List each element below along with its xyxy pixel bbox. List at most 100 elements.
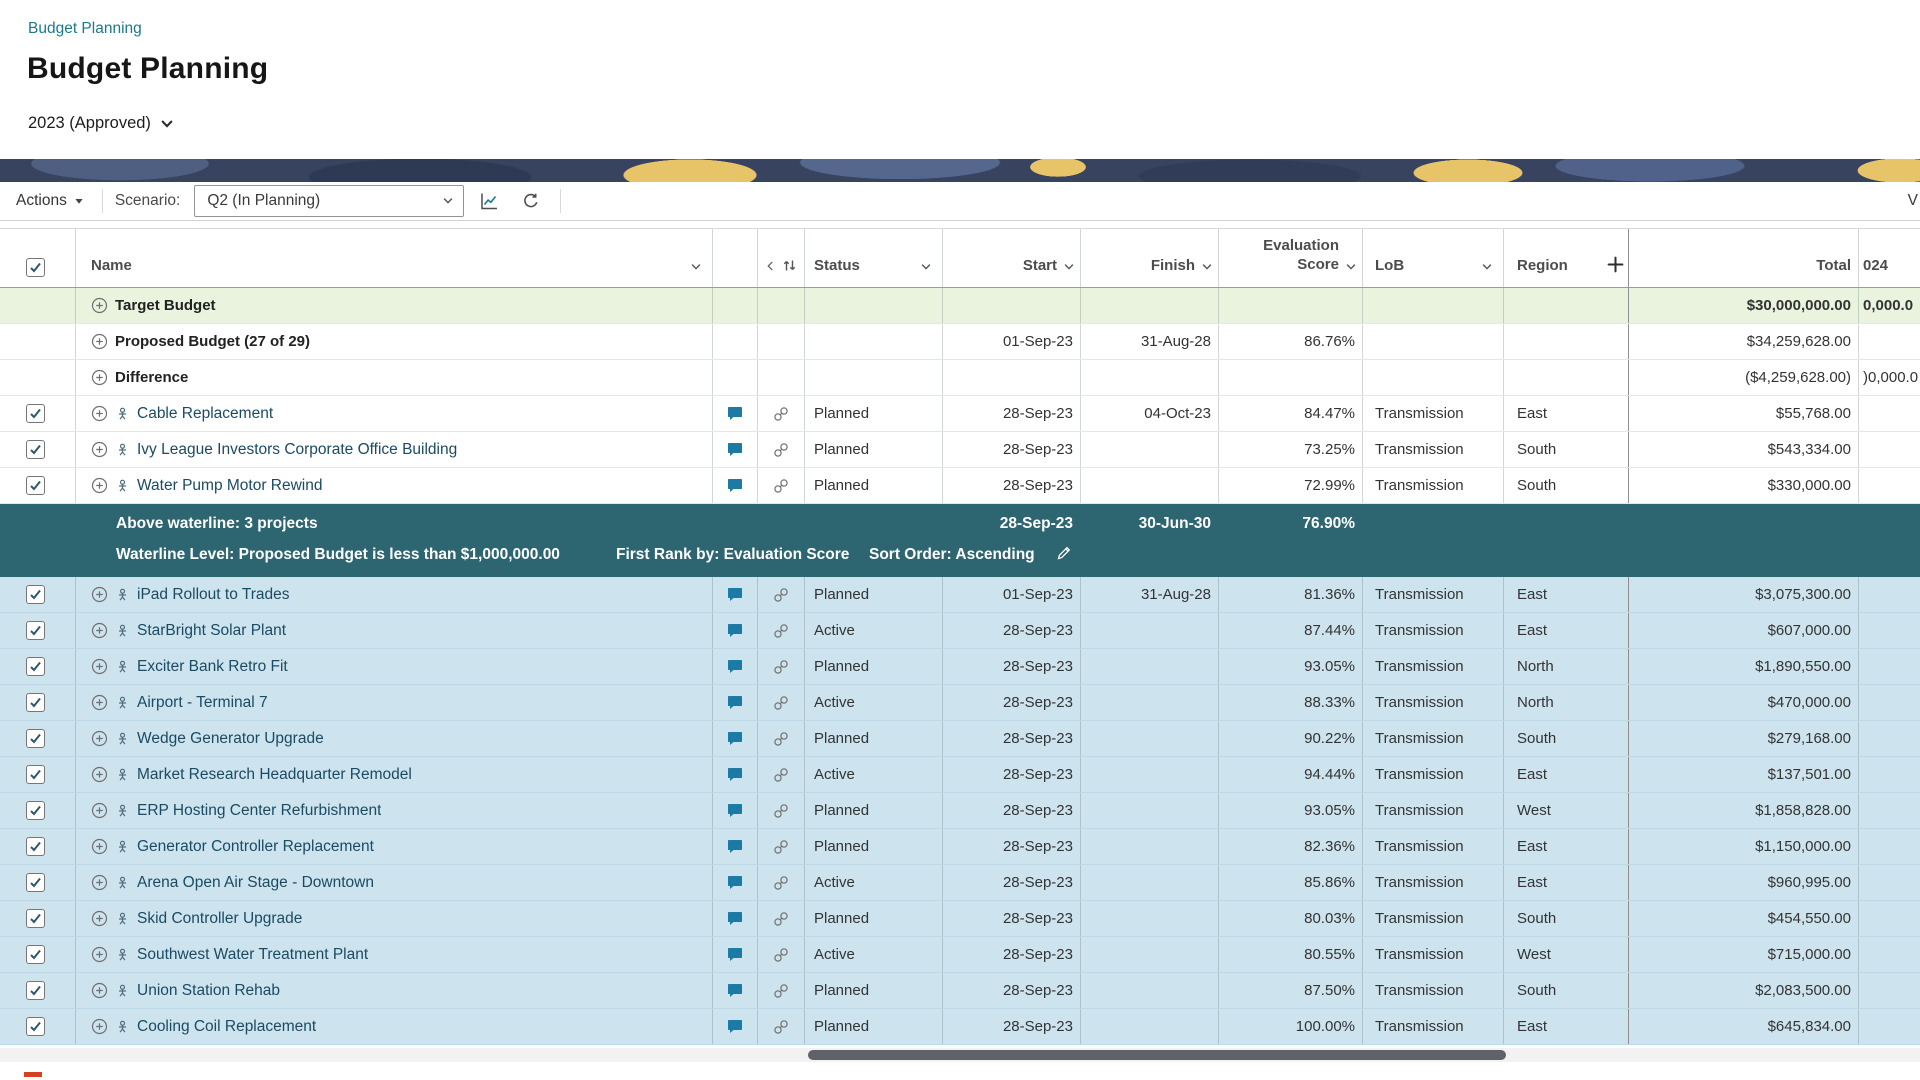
actions-menu-button[interactable]: Actions: [10, 188, 90, 214]
table-row[interactable]: Difference ($4,259,628.00) )0,000.0: [0, 360, 1920, 396]
link-icon[interactable]: [773, 947, 789, 963]
comment-icon[interactable]: [727, 623, 743, 638]
link-icon[interactable]: [773, 406, 789, 422]
table-row[interactable]: Airport - Terminal 7 Active 28-Sep-23 88…: [0, 685, 1920, 721]
table-row[interactable]: Water Pump Motor Rewind Planned 28-Sep-2…: [0, 468, 1920, 504]
row-checkbox[interactable]: [26, 693, 45, 712]
comment-icon[interactable]: [727, 875, 743, 890]
comment-icon[interactable]: [727, 731, 743, 746]
link-icon[interactable]: [773, 803, 789, 819]
table-row[interactable]: Arena Open Air Stage - Downtown Active 2…: [0, 865, 1920, 901]
scenario-select[interactable]: Q2 (In Planning): [194, 185, 464, 217]
row-checkbox[interactable]: [26, 1017, 45, 1036]
project-name-link[interactable]: Market Research Headquarter Remodel: [137, 766, 412, 784]
table-row[interactable]: StarBright Solar Plant Active 28-Sep-23 …: [0, 613, 1920, 649]
row-checkbox[interactable]: [26, 404, 45, 423]
project-name-link[interactable]: StarBright Solar Plant: [137, 622, 286, 640]
expand-row-icon[interactable]: [91, 694, 108, 711]
project-name-link[interactable]: Generator Controller Replacement: [137, 838, 374, 856]
horizontal-scrollbar-thumb[interactable]: [808, 1050, 1506, 1060]
expand-row-icon[interactable]: [91, 586, 108, 603]
chevron-down-icon[interactable]: [1063, 261, 1075, 273]
table-row[interactable]: Target Budget $30,000,000.00 0,000.0: [0, 288, 1920, 324]
table-row[interactable]: Wedge Generator Upgrade Planned 28-Sep-2…: [0, 721, 1920, 757]
link-icon[interactable]: [773, 731, 789, 747]
table-row[interactable]: iPad Rollout to Trades Planned 01-Sep-23…: [0, 577, 1920, 613]
project-name-link[interactable]: Ivy League Investors Corporate Office Bu…: [137, 441, 457, 459]
refresh-button[interactable]: [514, 185, 548, 217]
table-row[interactable]: Skid Controller Upgrade Planned 28-Sep-2…: [0, 901, 1920, 937]
project-name-link[interactable]: Water Pump Motor Rewind: [137, 477, 323, 495]
row-checkbox[interactable]: [26, 585, 45, 604]
expand-row-icon[interactable]: [91, 333, 108, 350]
column-header-status[interactable]: Status: [805, 229, 943, 287]
comment-icon[interactable]: [727, 1019, 743, 1034]
expand-row-icon[interactable]: [91, 730, 108, 747]
link-icon[interactable]: [773, 587, 789, 603]
expand-row-icon[interactable]: [91, 802, 108, 819]
chevron-down-icon[interactable]: [920, 261, 932, 273]
expand-row-icon[interactable]: [91, 874, 108, 891]
edit-waterline-icon[interactable]: [1056, 545, 1072, 561]
column-header-start[interactable]: Start: [943, 229, 1081, 287]
table-row[interactable]: Southwest Water Treatment Plant Active 2…: [0, 937, 1920, 973]
link-icon[interactable]: [773, 983, 789, 999]
column-header-finish[interactable]: Finish: [1081, 229, 1219, 287]
expand-row-icon[interactable]: [91, 369, 108, 386]
comment-icon[interactable]: [727, 442, 743, 457]
project-name-link[interactable]: Skid Controller Upgrade: [137, 910, 302, 928]
column-header-total[interactable]: Total: [1629, 229, 1859, 287]
comment-icon[interactable]: [727, 587, 743, 602]
expand-row-icon[interactable]: [91, 838, 108, 855]
plan-selector[interactable]: 2023 (Approved): [28, 114, 174, 133]
link-icon[interactable]: [773, 1019, 789, 1035]
select-all-checkbox[interactable]: [26, 258, 45, 277]
expand-row-icon[interactable]: [91, 441, 108, 458]
link-icon[interactable]: [773, 623, 789, 639]
expand-row-icon[interactable]: [91, 766, 108, 783]
project-name-link[interactable]: ERP Hosting Center Refurbishment: [137, 802, 381, 820]
expand-row-icon[interactable]: [91, 297, 108, 314]
horizontal-scrollbar[interactable]: [0, 1048, 1920, 1062]
expand-row-icon[interactable]: [91, 405, 108, 422]
project-name-link[interactable]: Cable Replacement: [137, 405, 273, 423]
table-row[interactable]: Ivy League Investors Corporate Office Bu…: [0, 432, 1920, 468]
comment-icon[interactable]: [727, 839, 743, 854]
expand-row-icon[interactable]: [91, 982, 108, 999]
row-checkbox[interactable]: [26, 729, 45, 748]
row-checkbox[interactable]: [26, 801, 45, 820]
row-checkbox[interactable]: [26, 981, 45, 1000]
project-name-link[interactable]: Union Station Rehab: [137, 982, 280, 1000]
comment-icon[interactable]: [727, 911, 743, 926]
table-row[interactable]: Cooling Coil Replacement Planned 28-Sep-…: [0, 1009, 1920, 1045]
link-icon[interactable]: [773, 767, 789, 783]
comment-icon[interactable]: [727, 947, 743, 962]
comment-icon[interactable]: [727, 983, 743, 998]
table-row[interactable]: Cable Replacement Planned 28-Sep-23 04-O…: [0, 396, 1920, 432]
column-header-name[interactable]: Name: [76, 229, 713, 287]
column-header-region[interactable]: Region: [1504, 229, 1629, 287]
expand-row-icon[interactable]: [91, 1018, 108, 1035]
row-checkbox[interactable]: [26, 945, 45, 964]
link-icon[interactable]: [773, 478, 789, 494]
column-header-lob[interactable]: LoB: [1363, 229, 1504, 287]
row-checkbox[interactable]: [26, 476, 45, 495]
row-checkbox[interactable]: [26, 621, 45, 640]
table-row[interactable]: Market Research Headquarter Remodel Acti…: [0, 757, 1920, 793]
add-column-icon[interactable]: [1607, 256, 1624, 273]
row-checkbox[interactable]: [26, 837, 45, 856]
link-icon[interactable]: [773, 659, 789, 675]
view-label-partial[interactable]: V: [1908, 192, 1920, 210]
table-row[interactable]: Proposed Budget (27 of 29) 01-Sep-23 31-…: [0, 324, 1920, 360]
table-row[interactable]: Exciter Bank Retro Fit Planned 28-Sep-23…: [0, 649, 1920, 685]
expand-row-icon[interactable]: [91, 622, 108, 639]
breadcrumb[interactable]: Budget Planning: [28, 20, 142, 38]
link-icon[interactable]: [773, 911, 789, 927]
project-name-link[interactable]: iPad Rollout to Trades: [137, 586, 290, 604]
comment-icon[interactable]: [727, 659, 743, 674]
table-row[interactable]: ERP Hosting Center Refurbishment Planned…: [0, 793, 1920, 829]
table-row[interactable]: Generator Controller Replacement Planned…: [0, 829, 1920, 865]
expand-row-icon[interactable]: [91, 477, 108, 494]
row-checkbox[interactable]: [26, 873, 45, 892]
link-icon[interactable]: [773, 695, 789, 711]
